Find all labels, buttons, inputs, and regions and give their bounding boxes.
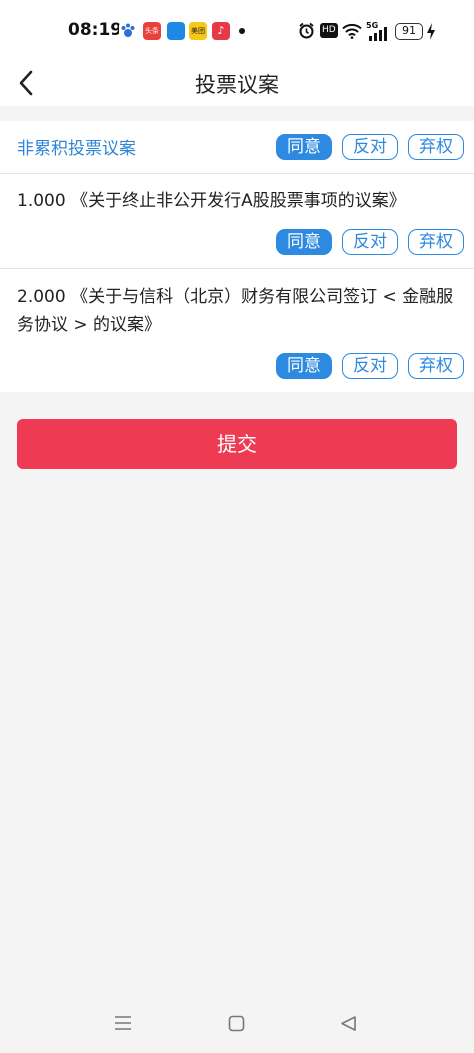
- bulk-vote-buttons: 同意 反对 弃权: [276, 134, 466, 160]
- section-title: 非累积投票议案: [17, 139, 136, 159]
- status-time: 08:19: [68, 20, 123, 40]
- navigation-bar: 投票议案: [0, 62, 474, 106]
- charging-icon: [426, 23, 436, 44]
- page-title: 投票议案: [195, 73, 279, 97]
- oppose-all-button[interactable]: 反对: [342, 134, 398, 160]
- proposal-vote-buttons: 同意 反对 弃权: [276, 353, 466, 379]
- proposal-vote-buttons: 同意 反对 弃权: [276, 229, 466, 255]
- signal-icon: [368, 26, 388, 45]
- battery-indicator: 91: [395, 23, 423, 40]
- wifi-icon: [342, 23, 362, 43]
- abstain-all-button[interactable]: 弃权: [408, 134, 464, 160]
- proposal-item-text: 1.000 《关于终止非公开发行A股股票事项的议案》: [17, 191, 406, 211]
- music-icon: ♪: [212, 22, 230, 40]
- agree-all-button[interactable]: 同意: [276, 134, 332, 160]
- agree-button[interactable]: 同意: [276, 353, 332, 379]
- proposal-item-text: 2.000 《关于与信科（北京）财务有限公司签订 < 金融服务协议 > 的议案》: [17, 287, 454, 335]
- notification-dot-icon: [239, 28, 245, 34]
- agree-button[interactable]: 同意: [276, 229, 332, 255]
- hd-badge: HD: [320, 23, 338, 38]
- meituan-icon: 美团: [189, 22, 207, 40]
- status-bar: 08:19 头条 美团 ♪ HD 5G 91: [0, 0, 474, 62]
- menu-icon[interactable]: [114, 1015, 132, 1035]
- toutiao-icon: 头条: [143, 22, 161, 40]
- system-nav-bar: [0, 995, 474, 1053]
- alarm-icon: [298, 22, 315, 43]
- oppose-button[interactable]: 反对: [342, 353, 398, 379]
- oppose-button[interactable]: 反对: [342, 229, 398, 255]
- home-icon[interactable]: [228, 1015, 245, 1036]
- abstain-button[interactable]: 弃权: [408, 353, 464, 379]
- paw-icon: [119, 22, 137, 40]
- abstain-button[interactable]: 弃权: [408, 229, 464, 255]
- blue-app-icon: [167, 22, 185, 40]
- back-triangle-icon[interactable]: [340, 1015, 357, 1036]
- submit-button[interactable]: 提交: [17, 419, 457, 469]
